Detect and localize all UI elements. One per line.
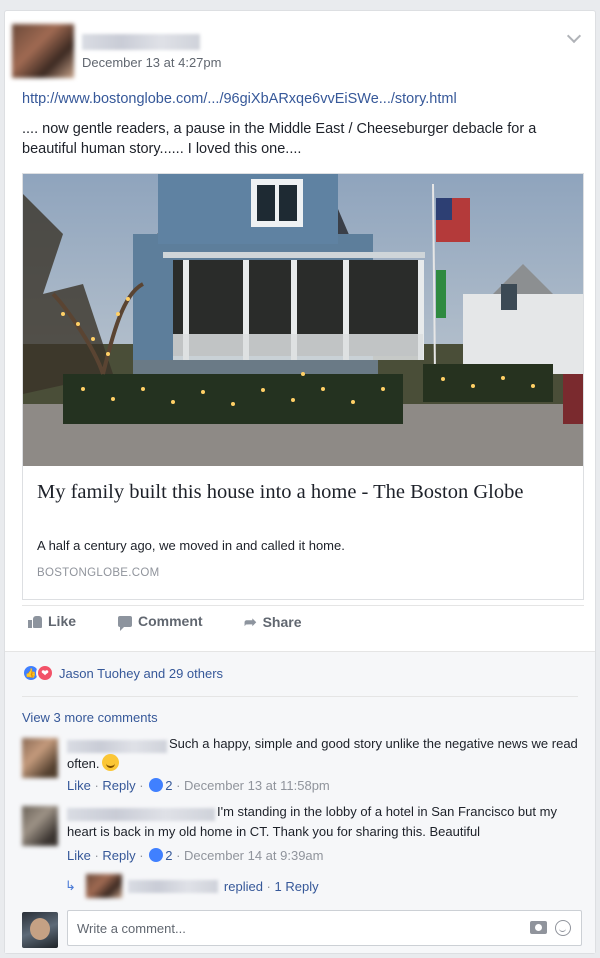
- replied-text: replied: [223, 878, 263, 894]
- post-card: December 13 at 4:27pm http://www.bostong…: [4, 10, 596, 954]
- like-label: Like: [48, 613, 77, 629]
- actions-divider: [22, 605, 584, 606]
- comment-input[interactable]: Write a comment...: [67, 910, 582, 946]
- post-message: .... now gentle readers, a pause in the …: [22, 121, 537, 157]
- post-date[interactable]: December 13 at 4:27pm: [82, 55, 221, 70]
- reactions-divider: [22, 696, 578, 697]
- current-user-avatar: [22, 912, 58, 948]
- comment-date[interactable]: December 13 at 11:58pm: [184, 778, 330, 793]
- comment-label: Comment: [138, 613, 203, 629]
- reply-arrow-icon: ↳: [65, 878, 76, 893]
- love-reaction-icon: ❤: [36, 664, 54, 682]
- comment-reply-link[interactable]: Reply: [102, 778, 135, 793]
- post-actions: Like Comment ➦ Share: [22, 611, 584, 633]
- commenter-avatar[interactable]: [22, 738, 58, 778]
- comments-section: 👍 ❤ Jason Tuohey and 29 others View 3 mo…: [5, 651, 595, 953]
- share-arrow-icon: ➦: [244, 614, 257, 631]
- post-link[interactable]: http://www.bostonglobe.com/.../96giXbARx…: [22, 91, 457, 107]
- comment-date[interactable]: December 14 at 9:39am: [184, 848, 323, 863]
- view-more-comments-link[interactable]: View 3 more comments: [22, 710, 158, 725]
- comment-body: Such a happy, simple and good story unli…: [67, 736, 578, 771]
- write-comment-row: Write a comment...: [22, 908, 582, 948]
- comment-meta: Like · Reply · 2 · December 13 at 11:58p…: [67, 778, 330, 793]
- share-label: Share: [262, 614, 302, 630]
- reactions-text[interactable]: Jason Tuohey and 29 others: [59, 666, 223, 681]
- smiley-emoji-icon: [101, 754, 119, 771]
- like-button[interactable]: Like: [28, 613, 76, 629]
- link-preview[interactable]: My family built this house into a home -…: [22, 173, 584, 600]
- replier-name-redacted: [127, 879, 218, 893]
- preview-source: BOSTONGLOBE.COM: [37, 567, 160, 579]
- thumbs-up-icon: [28, 615, 42, 628]
- comment-text: I'm standing in the lobby of a hotel in …: [67, 804, 557, 839]
- mini-like-icon: [149, 778, 164, 792]
- comment-button[interactable]: Comment: [118, 613, 203, 631]
- replier-avatar: [85, 874, 122, 898]
- preview-subtitle: A half a century ago, we moved in and ca…: [37, 538, 345, 553]
- camera-icon[interactable]: [530, 921, 547, 934]
- comment-input-placeholder: Write a comment...: [77, 921, 186, 936]
- reactions-summary[interactable]: 👍 ❤ Jason Tuohey and 29 others: [22, 664, 223, 682]
- comment-meta: Like · Reply · 2 · December 14 at 9:39am: [67, 848, 324, 863]
- comment-item: I'm standing in the lobby of a hotel in …: [22, 802, 582, 866]
- comment-item: Such a happy, simple and good story unli…: [22, 734, 582, 798]
- mini-like-icon: [149, 848, 164, 862]
- commenter-avatar[interactable]: [22, 806, 58, 846]
- share-button[interactable]: ➦ Share: [244, 613, 302, 631]
- preview-title[interactable]: My family built this house into a home -…: [37, 479, 567, 506]
- reply-count[interactable]: 1 Reply: [275, 879, 319, 894]
- smiley-icon[interactable]: [555, 920, 571, 936]
- replies-summary[interactable]: ↳ replied · 1 Reply: [65, 874, 319, 898]
- chevron-down-icon[interactable]: [566, 28, 582, 44]
- comment-reply-link[interactable]: Reply: [102, 848, 135, 863]
- comment-like-link[interactable]: Like: [67, 848, 91, 863]
- preview-image: [23, 174, 583, 466]
- author-name-redacted[interactable]: [82, 34, 200, 50]
- comment-text: Such a happy, simple and good story unli…: [67, 734, 579, 774]
- comment-like-link[interactable]: Like: [67, 778, 91, 793]
- author-avatar[interactable]: [12, 24, 74, 78]
- speech-bubble-icon: [118, 615, 132, 631]
